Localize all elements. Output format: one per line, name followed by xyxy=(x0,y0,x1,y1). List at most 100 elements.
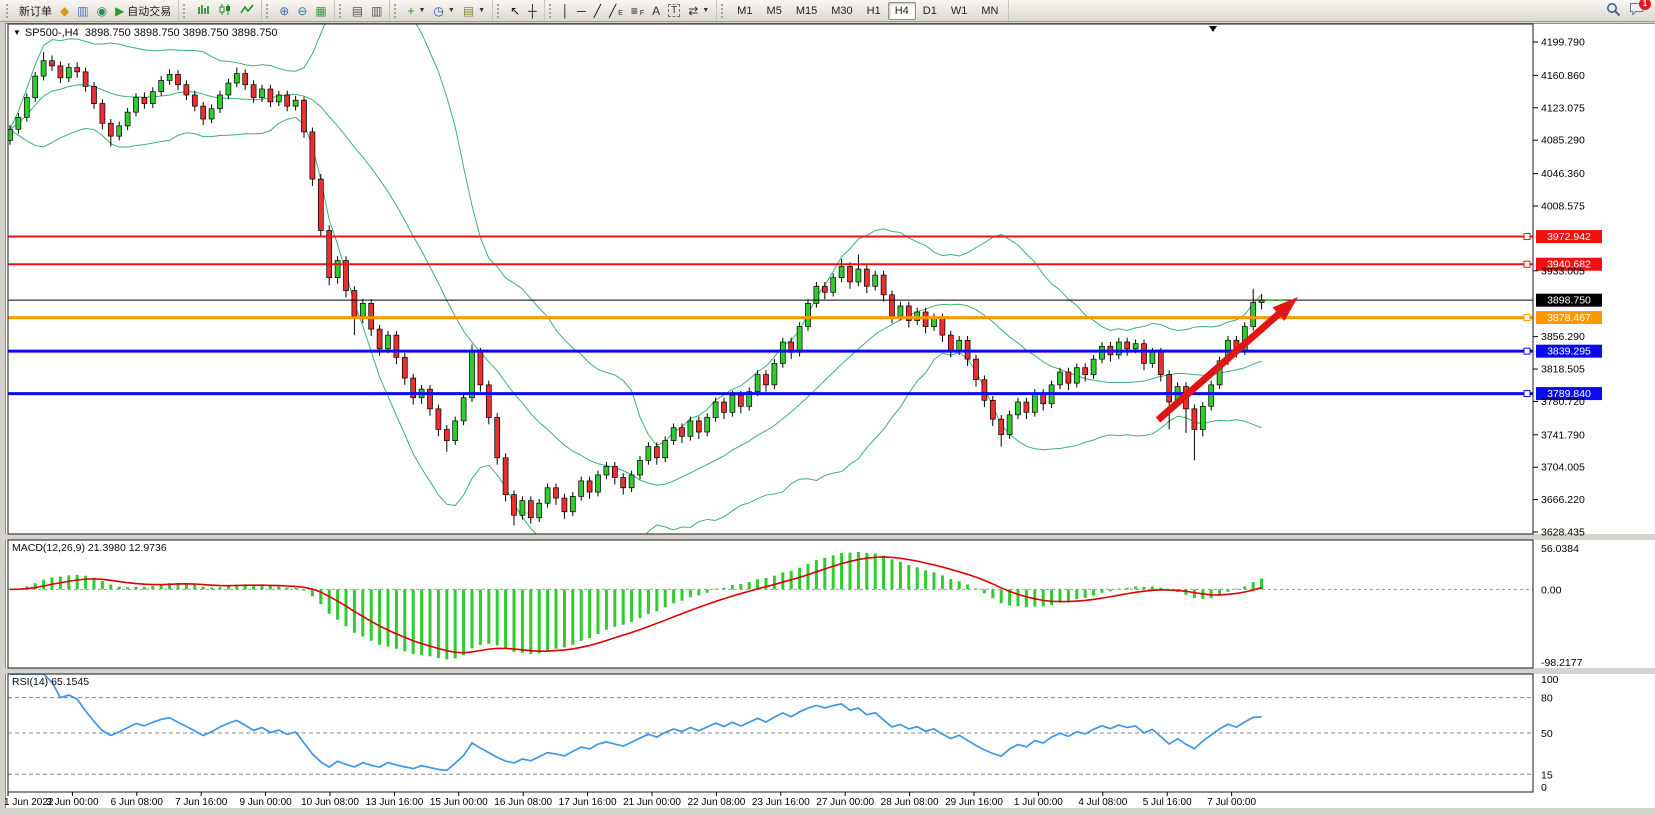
toolbar-group: 新订单◆▥◉▶自动交易 xyxy=(2,0,179,21)
autotrading-button[interactable]: ▶自动交易 xyxy=(111,1,175,21)
candle-up xyxy=(831,278,836,293)
horizontal-line-button[interactable]: ─ xyxy=(573,3,590,19)
line-chart-button[interactable] xyxy=(236,1,258,20)
candle-down xyxy=(201,106,206,119)
new-order-button[interactable]: 新订单 xyxy=(15,1,56,21)
cursor-icon: ↖ xyxy=(510,5,520,17)
svg-text:16 Jun 08:00: 16 Jun 08:00 xyxy=(494,797,552,808)
candle-up xyxy=(386,335,391,349)
svg-text:17 Jun 16:00: 17 Jun 16:00 xyxy=(559,797,617,808)
timeframe-button-M1[interactable]: M1 xyxy=(730,2,759,20)
timeframe-button-MN[interactable]: MN xyxy=(974,2,1005,20)
arrange-windows-button[interactable]: ▤ xyxy=(348,3,367,19)
vertical-line-button[interactable]: │ xyxy=(558,3,574,19)
candle-down xyxy=(587,481,592,492)
toolbar-grip[interactable] xyxy=(6,4,11,18)
panel-splitter[interactable] xyxy=(5,534,1655,540)
candle-down xyxy=(881,275,886,295)
hline-handle[interactable] xyxy=(1524,234,1530,240)
periods-button[interactable]: ◷▼ xyxy=(429,3,458,19)
candle-up xyxy=(570,496,575,511)
new-chart-icon: + xyxy=(407,5,414,17)
hline-handle[interactable] xyxy=(1524,391,1530,397)
tile-windows-button[interactable]: ▦ xyxy=(311,3,330,19)
text-label-button[interactable]: T xyxy=(664,2,684,19)
candle-up xyxy=(293,100,298,106)
toolbar-grip[interactable] xyxy=(266,4,271,18)
notifications-icon[interactable]: 1 xyxy=(1629,2,1645,19)
svg-text:3741.790: 3741.790 xyxy=(1541,429,1585,441)
chart-profiles-icon[interactable]: ◆ xyxy=(56,3,73,19)
toolbar-grip[interactable] xyxy=(549,4,554,18)
candle-down xyxy=(251,85,256,98)
cascade-windows-button[interactable]: ▥ xyxy=(367,3,386,19)
cascade-windows-icon: ▥ xyxy=(371,5,382,17)
svg-text:0: 0 xyxy=(1541,782,1547,794)
crosshair-button[interactable]: ┼ xyxy=(524,3,541,19)
new-order-button-label: 新订单 xyxy=(19,3,52,19)
shapes-icon: ⇄ xyxy=(688,5,698,17)
rsi-indicator-label: RSI(14) 65.1545 xyxy=(12,676,89,688)
timeframe-button-M5[interactable]: M5 xyxy=(760,2,789,20)
toolbar-grip[interactable] xyxy=(394,4,399,18)
svg-text:3878.467: 3878.467 xyxy=(1547,312,1591,324)
text-button[interactable]: A xyxy=(648,3,664,19)
templates-button[interactable]: ▤▼ xyxy=(459,3,489,19)
dropdown-caret-icon[interactable]: ▼ xyxy=(448,7,455,14)
candle-down xyxy=(285,95,290,106)
candle-down xyxy=(58,66,63,78)
candle-up xyxy=(663,441,668,458)
chart-title[interactable]: ▼SP500-,H4 3898.750 3898.750 3898.750 38… xyxy=(13,27,278,39)
navigator-icon[interactable]: ◉ xyxy=(93,3,111,19)
fibonacci-button[interactable]: ≡F xyxy=(627,3,648,19)
periods-icon: ◷ xyxy=(433,5,443,17)
svg-text:28 Jun 08:00: 28 Jun 08:00 xyxy=(881,797,939,808)
new-chart-button[interactable]: +▼ xyxy=(403,3,429,19)
zoom-in-button[interactable]: ⊕ xyxy=(275,3,293,19)
panel-splitter[interactable] xyxy=(5,668,1655,674)
timeframe-button-H1[interactable]: H1 xyxy=(860,2,888,20)
timeframe-button-M30[interactable]: M30 xyxy=(824,2,859,20)
svg-text:4008.575: 4008.575 xyxy=(1541,200,1585,212)
macd-indicator-label: MACD(12,26,9) 21.3980 12.9736 xyxy=(12,542,167,554)
timeframe-button-H4[interactable]: H4 xyxy=(888,2,916,20)
chart-canvas[interactable]: 3972.9423940.6823878.4673839.2953789.840… xyxy=(0,22,1655,815)
candle-up xyxy=(873,275,878,286)
shapes-button[interactable]: ⇄▼ xyxy=(684,3,713,19)
zoom-out-button[interactable]: ⊖ xyxy=(293,3,311,19)
hline-handle[interactable] xyxy=(1524,315,1530,321)
candlestick-chart-button[interactable] xyxy=(214,1,236,20)
candle-down xyxy=(1066,372,1071,383)
toolbar-group: +▼◷▼▤▼ xyxy=(390,0,493,21)
timeframe-button-M15[interactable]: M15 xyxy=(789,2,824,20)
hline-handle[interactable] xyxy=(1524,261,1530,267)
candle-up xyxy=(814,286,819,303)
hline-handle[interactable] xyxy=(1524,348,1530,354)
candle-down xyxy=(562,498,567,512)
candle-up xyxy=(1150,352,1155,363)
candlestick-chart-icon xyxy=(218,3,232,18)
dropdown-caret-icon[interactable]: ▼ xyxy=(418,7,425,14)
search-icon[interactable] xyxy=(1606,2,1621,20)
toolbar-grip[interactable] xyxy=(339,4,344,18)
candle-down xyxy=(318,179,323,230)
equidistant-channel-button[interactable]: ╱E xyxy=(605,3,627,19)
toolbar-grip[interactable] xyxy=(721,4,726,18)
trendline-button[interactable]: ╱ xyxy=(590,3,605,19)
dropdown-caret-icon[interactable]: ▼ xyxy=(702,7,709,14)
collapse-indicator-icon[interactable]: ▼ xyxy=(13,28,21,37)
timeframe-button-W1[interactable]: W1 xyxy=(944,2,975,20)
main-toolbar: 新订单◆▥◉▶自动交易⊕⊖▦▤▥+▼◷▼▤▼↖┼│─╱╱E≡FAT⇄▼M1M5M… xyxy=(0,0,1655,22)
timeframe-button-D1[interactable]: D1 xyxy=(916,2,944,20)
market-watch-icon[interactable]: ▥ xyxy=(73,3,92,19)
cursor-button[interactable]: ↖ xyxy=(506,3,524,19)
dropdown-caret-icon[interactable]: ▼ xyxy=(478,7,485,14)
candle-down xyxy=(243,74,248,85)
candle-down xyxy=(680,428,685,437)
svg-text:4 Jul 08:00: 4 Jul 08:00 xyxy=(1078,797,1127,808)
candle-down xyxy=(923,312,928,327)
toolbar-grip[interactable] xyxy=(497,4,502,18)
bar-chart-button[interactable] xyxy=(192,1,214,20)
toolbar-grip[interactable] xyxy=(183,4,188,18)
candle-down xyxy=(352,291,357,317)
